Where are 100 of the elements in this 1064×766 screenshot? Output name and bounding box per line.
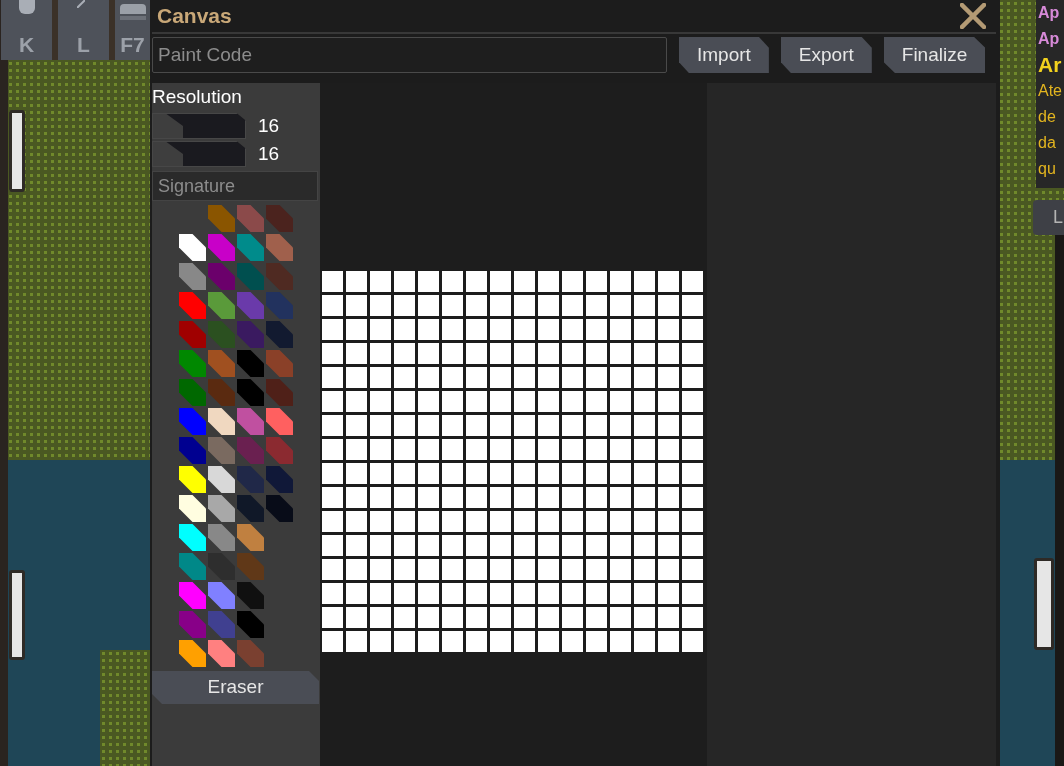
canvas-pixel[interactable] bbox=[394, 415, 415, 436]
canvas-pixel[interactable] bbox=[370, 631, 391, 652]
canvas-pixel[interactable] bbox=[562, 511, 583, 532]
canvas-pixel[interactable] bbox=[346, 607, 367, 628]
canvas-pixel[interactable] bbox=[466, 559, 487, 580]
canvas-pixel[interactable] bbox=[634, 391, 655, 412]
canvas-pixel[interactable] bbox=[346, 319, 367, 340]
canvas-pixel[interactable] bbox=[538, 487, 559, 508]
canvas-pixel[interactable] bbox=[658, 391, 679, 412]
color-swatch[interactable] bbox=[208, 292, 235, 319]
canvas-pixel[interactable] bbox=[442, 511, 463, 532]
canvas-pixel[interactable] bbox=[490, 535, 511, 556]
color-swatch[interactable] bbox=[179, 466, 206, 493]
canvas-pixel[interactable] bbox=[370, 559, 391, 580]
canvas-pixel[interactable] bbox=[562, 631, 583, 652]
canvas-pixel[interactable] bbox=[442, 271, 463, 292]
canvas-pixel[interactable] bbox=[514, 583, 535, 604]
canvas-pixel[interactable] bbox=[322, 415, 343, 436]
canvas-pixel[interactable] bbox=[562, 391, 583, 412]
canvas-pixel[interactable] bbox=[442, 367, 463, 388]
color-swatch[interactable] bbox=[266, 205, 293, 232]
canvas-pixel[interactable] bbox=[394, 319, 415, 340]
canvas-pixel[interactable] bbox=[322, 487, 343, 508]
slider-thumb[interactable] bbox=[153, 114, 183, 138]
canvas-pixel[interactable] bbox=[346, 367, 367, 388]
toolbar-button[interactable]: Export bbox=[780, 37, 872, 73]
canvas-pixel[interactable] bbox=[466, 367, 487, 388]
canvas-pixel[interactable] bbox=[514, 607, 535, 628]
canvas-pixel[interactable] bbox=[514, 511, 535, 532]
color-swatch[interactable] bbox=[208, 321, 235, 348]
color-swatch[interactable] bbox=[179, 263, 206, 290]
canvas-pixel[interactable] bbox=[346, 535, 367, 556]
canvas-pixel[interactable] bbox=[514, 535, 535, 556]
signature-field[interactable]: Signature bbox=[152, 171, 318, 201]
canvas-pixel[interactable] bbox=[442, 631, 463, 652]
canvas-pixel[interactable] bbox=[586, 415, 607, 436]
color-swatch[interactable] bbox=[179, 350, 206, 377]
slider-track[interactable] bbox=[152, 141, 246, 167]
color-swatch[interactable] bbox=[266, 495, 293, 522]
canvas-pixel[interactable] bbox=[538, 463, 559, 484]
canvas-pixel[interactable] bbox=[466, 415, 487, 436]
color-swatch[interactable] bbox=[208, 466, 235, 493]
canvas-pixel[interactable] bbox=[322, 391, 343, 412]
color-swatch[interactable] bbox=[208, 495, 235, 522]
canvas-pixel[interactable] bbox=[562, 367, 583, 388]
color-swatch[interactable] bbox=[237, 379, 264, 406]
canvas-pixel[interactable] bbox=[658, 535, 679, 556]
canvas-pixel[interactable] bbox=[562, 607, 583, 628]
color-swatch[interactable] bbox=[179, 234, 206, 261]
canvas-pixel[interactable] bbox=[394, 631, 415, 652]
color-swatch[interactable] bbox=[266, 437, 293, 464]
canvas-pixel[interactable] bbox=[658, 271, 679, 292]
color-swatch[interactable] bbox=[237, 205, 264, 232]
canvas-pixel[interactable] bbox=[610, 271, 631, 292]
canvas-pixel[interactable] bbox=[634, 463, 655, 484]
canvas-pixel[interactable] bbox=[682, 607, 703, 628]
canvas-pixel[interactable] bbox=[418, 463, 439, 484]
canvas-pixel[interactable] bbox=[418, 367, 439, 388]
canvas-pixel[interactable] bbox=[466, 583, 487, 604]
color-swatch[interactable] bbox=[237, 582, 264, 609]
canvas-pixel[interactable] bbox=[562, 343, 583, 364]
canvas-pixel[interactable] bbox=[490, 511, 511, 532]
canvas-pixel[interactable] bbox=[466, 511, 487, 532]
color-swatch[interactable] bbox=[266, 234, 293, 261]
canvas-pixel[interactable] bbox=[586, 583, 607, 604]
canvas-pixel[interactable] bbox=[490, 271, 511, 292]
canvas-pixel[interactable] bbox=[658, 607, 679, 628]
canvas-pixel[interactable] bbox=[466, 295, 487, 316]
canvas-pixel[interactable] bbox=[370, 535, 391, 556]
canvas-pixel[interactable] bbox=[394, 439, 415, 460]
canvas-pixel[interactable] bbox=[346, 631, 367, 652]
canvas-pixel[interactable] bbox=[682, 415, 703, 436]
canvas-pixel[interactable] bbox=[610, 319, 631, 340]
canvas-pixel[interactable] bbox=[634, 487, 655, 508]
canvas-pixel[interactable] bbox=[490, 391, 511, 412]
canvas-pixel[interactable] bbox=[514, 559, 535, 580]
canvas-pixel[interactable] bbox=[610, 511, 631, 532]
color-swatch[interactable] bbox=[237, 466, 264, 493]
canvas-pixel[interactable] bbox=[490, 415, 511, 436]
color-swatch[interactable] bbox=[208, 524, 235, 551]
canvas-pixel[interactable] bbox=[586, 343, 607, 364]
canvas-pixel[interactable] bbox=[322, 343, 343, 364]
canvas-pixel[interactable] bbox=[610, 535, 631, 556]
canvas-pixel[interactable] bbox=[418, 607, 439, 628]
canvas-pixel[interactable] bbox=[634, 631, 655, 652]
canvas-pixel[interactable] bbox=[634, 535, 655, 556]
canvas-pixel[interactable] bbox=[322, 439, 343, 460]
canvas-pixel[interactable] bbox=[610, 607, 631, 628]
canvas-pixel[interactable] bbox=[586, 391, 607, 412]
canvas-pixel[interactable] bbox=[418, 559, 439, 580]
canvas-pixel[interactable] bbox=[562, 439, 583, 460]
canvas-pixel[interactable] bbox=[610, 415, 631, 436]
color-swatch[interactable] bbox=[179, 524, 206, 551]
canvas-pixel[interactable] bbox=[394, 487, 415, 508]
canvas-pixel[interactable] bbox=[418, 415, 439, 436]
color-swatch[interactable] bbox=[208, 611, 235, 638]
canvas-pixel[interactable] bbox=[514, 415, 535, 436]
canvas-pixel[interactable] bbox=[634, 319, 655, 340]
canvas-pixel[interactable] bbox=[418, 343, 439, 364]
canvas-pixel[interactable] bbox=[538, 511, 559, 532]
